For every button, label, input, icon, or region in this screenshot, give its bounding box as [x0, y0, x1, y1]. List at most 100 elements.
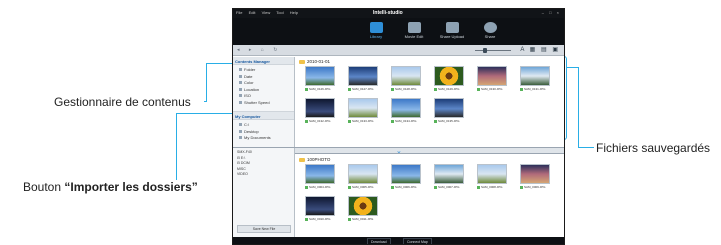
toolbar-movie-edit-button[interactable]: Movie Edit [401, 20, 427, 43]
toolbar-library-button[interactable]: Library [363, 20, 389, 43]
my-computer-header[interactable]: My Computer [233, 112, 294, 120]
photo-filename: SAM_0011.JPG [352, 217, 374, 221]
nav-icons[interactable]: ◂ ▸ ⌂ ↻ [237, 47, 281, 53]
photo-thumbnail[interactable]: SAM_0128.JPG [391, 66, 423, 94]
toolbar-movie-edit-label: Movie Edit [404, 34, 424, 39]
download-button[interactable]: Download [367, 238, 391, 244]
folder-name: 2010-01-01 [307, 59, 331, 64]
photo-caption: SAM_0126.JPG [305, 87, 337, 91]
my-computer-item-label: My Documents [244, 135, 271, 140]
file-type-icon [391, 185, 394, 189]
zoom-slider-knob[interactable] [483, 48, 487, 53]
file-type-icon [348, 119, 351, 123]
photo-image [477, 66, 507, 86]
device-files-thumbnails: SAM_0004.JPG SAM_0005.JPG SAM_0006.JPG SAM_… [295, 164, 564, 228]
photo-image [305, 66, 335, 86]
photo-image [348, 196, 378, 216]
photo-thumbnail[interactable]: SAM_0008.JPG [477, 164, 509, 192]
toolbar-share-button[interactable]: Share [477, 20, 503, 43]
callout-line-content-manager-h [206, 63, 234, 64]
file-type-icon [520, 87, 523, 91]
cm-item-label: ISO [244, 93, 251, 98]
photo-thumbnail[interactable]: SAM_0134.JPG [391, 98, 423, 126]
zoom-slider[interactable] [475, 48, 511, 53]
my-computer-item-label: Desktop [244, 128, 259, 134]
file-type-icon [434, 87, 437, 91]
menu-tool[interactable]: Tool [276, 10, 283, 15]
window-controls[interactable]: – □ × [542, 10, 561, 15]
toolbar-library-label: Library [369, 34, 383, 39]
toolbar-share-upload-button[interactable]: Share Upload [439, 20, 465, 43]
callout-import-folders: Bouton “Importer les dossiers” [23, 180, 198, 194]
menu-file[interactable]: File [236, 10, 242, 15]
file-type-icon [520, 185, 523, 189]
photo-filename: SAM_0006.JPG [395, 185, 417, 189]
folder-icon [299, 157, 305, 162]
connect-map-button[interactable]: Connect Map [403, 238, 432, 244]
photo-filename: SAM_0132.JPG [309, 119, 331, 123]
photo-thumbnail[interactable]: SAM_0005.JPG [348, 164, 380, 192]
photo-thumbnail[interactable]: SAM_0007.JPG [434, 164, 466, 192]
photo-thumbnail[interactable]: SAM_0011.JPG [348, 196, 380, 224]
iso-icon [239, 94, 242, 98]
file-type-icon [305, 217, 308, 221]
menu-view[interactable]: View [262, 10, 271, 15]
photo-thumbnail[interactable]: SAM_0010.JPG [305, 196, 337, 224]
device-tree-item[interactable]: VIDEO [237, 172, 294, 178]
chevron-down-icon[interactable]: ⌄ [396, 147, 402, 155]
photo-thumbnail[interactable]: SAM_0132.JPG [305, 98, 337, 126]
device-files-panel: 100PHOTO SAM_0004.JPG SAM_0005.JPG SAM_000… [295, 155, 564, 237]
library-icon [369, 22, 383, 33]
photo-filename: SAM_0131.JPG [524, 87, 546, 91]
photo-caption: SAM_0009.JPG [520, 185, 552, 189]
photo-thumbnail[interactable]: SAM_0133.JPG [348, 98, 380, 126]
file-type-icon [391, 119, 394, 123]
photo-thumbnail[interactable]: SAM_0006.JPG [391, 164, 423, 192]
file-type-icon [305, 119, 308, 123]
photo-thumbnail[interactable]: SAM_0127.JPG [348, 66, 380, 94]
photo-thumbnail[interactable]: SAM_0130.JPG [477, 66, 509, 94]
photo-thumbnail[interactable]: SAM_0126.JPG [305, 66, 337, 94]
cm-item-shutter-speed[interactable]: Shutter Speed [239, 100, 294, 107]
view-mode-icons[interactable]: A ▦ ▤ ▣ [520, 46, 560, 53]
contents-manager-header: Contents Manager [233, 57, 294, 65]
my-computer-item-documents[interactable]: My Documents [239, 135, 294, 142]
photo-thumbnail[interactable]: SAM_0004.JPG [305, 164, 337, 192]
shutter-icon [239, 100, 242, 104]
photo-thumbnail[interactable]: SAM_0009.JPG [520, 164, 552, 192]
photo-image [348, 98, 378, 118]
photo-caption: SAM_0129.JPG [434, 87, 466, 91]
color-icon [239, 81, 242, 85]
callout-line-saved-v [578, 67, 579, 147]
file-type-icon [391, 87, 394, 91]
documents-icon [239, 136, 242, 140]
main-toolbar: Library Movie Edit Share Upload Share [233, 18, 564, 45]
cm-item-label: Folder [244, 67, 256, 72]
folder-icon [239, 68, 242, 72]
menu-edit[interactable]: Edit [249, 10, 256, 15]
photo-image [348, 66, 378, 86]
folder-header: 2010-01-01 [295, 57, 564, 66]
file-type-icon [348, 87, 351, 91]
movie-edit-icon [407, 22, 421, 33]
contents-manager-panel: Contents Manager Folder Date Color Locat… [233, 57, 295, 147]
cm-item-label: Shutter Speed [244, 99, 270, 105]
cm-item-label: Date [244, 73, 253, 79]
photo-image [434, 164, 464, 184]
device-folder-header: 100PHOTO [295, 155, 564, 164]
photo-filename: SAM_0134.JPG [395, 119, 417, 123]
callout-content-manager: Gestionnaire de contenus [54, 95, 191, 109]
photo-thumbnail[interactable]: SAM_0135.JPG [434, 98, 466, 126]
photo-caption: SAM_0132.JPG [305, 119, 337, 123]
save-new-file-button[interactable]: Save New File [237, 225, 291, 233]
app-title: Intelli-studio [373, 10, 403, 16]
photo-thumbnail[interactable]: SAM_0129.JPG [434, 66, 466, 94]
photo-image [477, 164, 507, 184]
drive-icon [239, 123, 242, 127]
cm-item-label: Color [244, 80, 254, 85]
callout-line-import-h [176, 113, 234, 114]
file-type-icon [477, 87, 480, 91]
photo-image [391, 164, 421, 184]
photo-thumbnail[interactable]: SAM_0131.JPG [520, 66, 552, 94]
menu-help[interactable]: Help [290, 10, 298, 15]
